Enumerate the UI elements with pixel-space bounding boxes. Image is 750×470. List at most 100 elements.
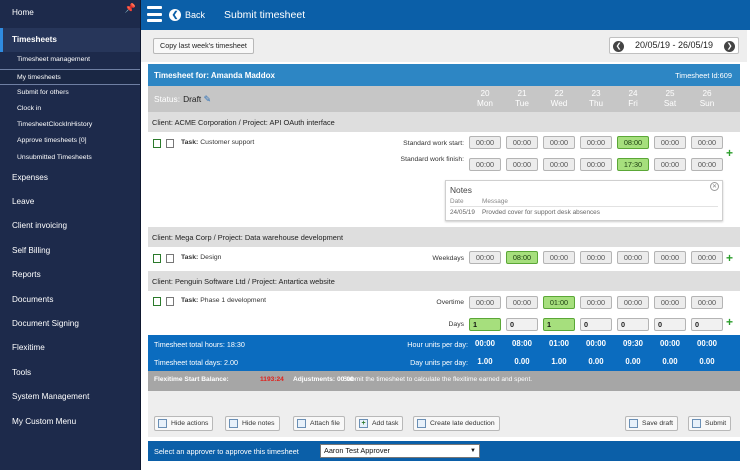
- status-row: Status: Draft ✎ 20 Mon 21 Tue 22 Wed 23 Thu 2…: [148, 86, 740, 112]
- time-input[interactable]: 00:00: [469, 296, 501, 309]
- sidebar-sub-clock-in[interactable]: Clock in: [0, 101, 140, 117]
- client-header: Client: ACME Corporation / Project: API …: [148, 112, 740, 132]
- back-arrow-icon[interactable]: ❮: [169, 9, 181, 21]
- time-input[interactable]: 00:00: [691, 251, 723, 264]
- sidebar-item-expenses[interactable]: Expenses: [0, 166, 140, 190]
- sidebar-item-timesheets[interactable]: Timesheets: [0, 28, 140, 53]
- add-row-icon[interactable]: +: [726, 147, 733, 159]
- task-label: Task: Customer support: [181, 139, 255, 146]
- top-header: ❮ Back Submit timesheet: [141, 0, 750, 30]
- time-input[interactable]: 00:00: [543, 136, 575, 149]
- flexi-message: Submit the timesheet to calculate the fl…: [343, 376, 533, 383]
- late-deduction-button[interactable]: Create late deduction: [413, 416, 500, 431]
- time-input[interactable]: 00:00: [654, 158, 686, 171]
- day-header: 23 Thu: [588, 89, 604, 108]
- hour-unit-value: 00:00: [660, 339, 680, 348]
- divider: [450, 206, 718, 207]
- hamburger-menu-icon[interactable]: [147, 6, 162, 22]
- time-input[interactable]: 00:00: [617, 296, 649, 309]
- time-input[interactable]: 00:00: [469, 158, 501, 171]
- day-unit-input[interactable]: 0: [617, 318, 649, 331]
- approver-select[interactable]: Aaron Test Approver ▼: [320, 444, 480, 458]
- sidebar-item-flexitime[interactable]: Flexitime: [0, 336, 140, 360]
- sidebar-sub-clockin-history[interactable]: TimesheetClockInHistory: [0, 117, 140, 133]
- refresh-icon[interactable]: [153, 139, 161, 148]
- sidebar-item-client-invoicing[interactable]: Client invoicing: [0, 214, 140, 238]
- day-header: 24 Fri: [628, 89, 638, 108]
- hide-actions-button[interactable]: Hide actions: [154, 416, 214, 431]
- close-icon[interactable]: ✕: [710, 182, 719, 191]
- sidebar-item-custom-menu[interactable]: My Custom Menu: [0, 410, 140, 434]
- sidebar-item-home[interactable]: Home: [0, 0, 140, 28]
- hide-notes-button[interactable]: Hide notes: [225, 416, 280, 431]
- refresh-icon[interactable]: [153, 254, 161, 263]
- day-unit-input[interactable]: 0: [691, 318, 723, 331]
- time-input[interactable]: 00:00: [469, 251, 501, 264]
- attach-file-button[interactable]: Attach file: [293, 416, 345, 431]
- submit-button[interactable]: Submit: [688, 416, 732, 431]
- time-input[interactable]: 00:00: [654, 296, 686, 309]
- day-unit-input[interactable]: 0: [580, 318, 612, 331]
- hour-unit-value: 09:30: [623, 339, 643, 348]
- sidebar-item-system-management[interactable]: System Management: [0, 385, 140, 409]
- sidebar-item-document-signing[interactable]: Document Signing: [0, 312, 140, 336]
- add-task-button[interactable]: + Add task: [355, 416, 404, 431]
- day-unit-input[interactable]: 0: [506, 318, 538, 331]
- day-unit-value: 1.00: [551, 357, 567, 366]
- time-input[interactable]: 00:00: [580, 136, 612, 149]
- time-input[interactable]: 00:00: [691, 136, 723, 149]
- time-input[interactable]: 00:00: [617, 251, 649, 264]
- sidebar-sub-unsubmitted[interactable]: Unsubmitted Timesheets: [0, 150, 140, 166]
- status-value: Draft: [183, 94, 202, 104]
- back-button[interactable]: Back: [185, 10, 205, 20]
- time-input[interactable]: 00:00: [580, 296, 612, 309]
- sidebar-item-leave[interactable]: Leave: [0, 190, 140, 214]
- add-row-icon[interactable]: +: [726, 316, 733, 328]
- sidebar-item-tools[interactable]: Tools: [0, 361, 140, 385]
- time-input[interactable]: 00:00: [691, 158, 723, 171]
- time-input[interactable]: 08:00: [617, 136, 649, 149]
- time-input[interactable]: 00:00: [506, 158, 538, 171]
- day-unit-input[interactable]: 0: [654, 318, 686, 331]
- day-unit-input[interactable]: 1: [469, 318, 501, 331]
- time-input[interactable]: 00:00: [580, 251, 612, 264]
- sidebar-sub-submit-for-others[interactable]: Submit for others: [0, 85, 140, 101]
- refresh-icon[interactable]: [153, 297, 161, 306]
- time-input[interactable]: 00:00: [543, 251, 575, 264]
- sidebar-item-reports[interactable]: Reports: [0, 263, 140, 287]
- time-input[interactable]: 00:00: [654, 251, 686, 264]
- time-input[interactable]: 00:00: [691, 296, 723, 309]
- time-input[interactable]: 01:00: [543, 296, 575, 309]
- next-week-icon[interactable]: ❯: [724, 40, 735, 52]
- sidebar-item-documents[interactable]: Documents: [0, 288, 140, 312]
- time-input[interactable]: 00:00: [580, 158, 612, 171]
- time-input[interactable]: 00:00: [469, 136, 501, 149]
- hour-unit-value: 00:00: [475, 339, 495, 348]
- day-unit-input[interactable]: 1: [543, 318, 575, 331]
- time-input[interactable]: 00:00: [543, 158, 575, 171]
- save-icon: [629, 419, 638, 428]
- time-input[interactable]: 00:00: [506, 296, 538, 309]
- sidebar-sub-timesheet-management[interactable]: Timesheet management: [0, 52, 140, 68]
- flexi-balance-label: Flexitime Start Balance:: [154, 376, 229, 383]
- late-deduction-icon: [417, 419, 426, 428]
- note-icon[interactable]: [166, 254, 174, 263]
- time-input[interactable]: 00:00: [506, 136, 538, 149]
- previous-week-icon[interactable]: ❮: [613, 40, 624, 52]
- sidebar-sub-my-timesheets[interactable]: My timesheets: [0, 68, 140, 85]
- hide-actions-icon: [158, 419, 167, 428]
- note-icon[interactable]: [166, 297, 174, 306]
- toolbar: Copy last week's timesheet ❮ 20/05/19 - …: [141, 30, 747, 62]
- client-header: Client: Penguin Software Ltd / Project: …: [148, 271, 740, 291]
- time-input[interactable]: 08:00: [506, 251, 538, 264]
- sidebar-item-self-billing[interactable]: Self Billing: [0, 239, 140, 263]
- add-row-icon[interactable]: +: [726, 252, 733, 264]
- save-draft-button[interactable]: Save draft: [625, 416, 678, 431]
- hour-unit-value: 08:00: [512, 339, 532, 348]
- copy-last-week-button[interactable]: Copy last week's timesheet: [153, 38, 254, 54]
- time-input[interactable]: 00:00: [654, 136, 686, 149]
- pin-icon[interactable]: 📌: [125, 3, 136, 14]
- time-input[interactable]: 17:30: [617, 158, 649, 171]
- note-icon[interactable]: [166, 139, 174, 148]
- sidebar-sub-approve-timesheets[interactable]: Approve timesheets [0]: [0, 133, 140, 149]
